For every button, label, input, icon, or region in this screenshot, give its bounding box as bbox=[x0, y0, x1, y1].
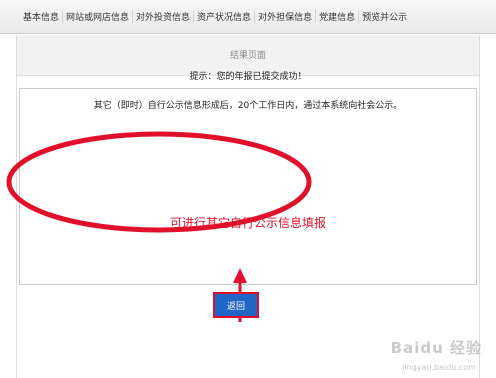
success-message-body: 其它（即时）自行公示信息形成后，20个工作日内，通过本系统向社会公示。 bbox=[93, 101, 403, 111]
baidu-watermark-url: jingyan.baidu.com bbox=[402, 363, 476, 372]
annotation-text: 可进行其它自行公示信息填报 bbox=[169, 216, 326, 230]
baidu-watermark: Baidu 经验 bbox=[390, 339, 482, 357]
content-panel: 结果页面 bbox=[16, 35, 480, 378]
tab-party-building-info[interactable]: 党建信息 bbox=[315, 10, 358, 23]
tab-preview-publish[interactable]: 预览并公示 bbox=[358, 10, 410, 23]
tab-guarantee-info[interactable]: 对外担保信息 bbox=[254, 10, 315, 23]
success-message-title: 提示：您的年报已提交成功！ bbox=[189, 72, 307, 82]
tab-website-info[interactable]: 网站或网店信息 bbox=[62, 10, 132, 23]
tab-basic-info[interactable]: 基本信息 bbox=[20, 10, 62, 23]
tab-assets-info[interactable]: 资产状况信息 bbox=[193, 10, 254, 23]
result-message-box bbox=[19, 88, 477, 285]
return-button[interactable]: 返回 bbox=[213, 292, 259, 318]
tab-bar: 基本信息 网站或网店信息 对外投资信息 资产状况信息 对外担保信息 党建信息 预… bbox=[0, 0, 496, 34]
tab-investment-info[interactable]: 对外投资信息 bbox=[132, 10, 193, 23]
